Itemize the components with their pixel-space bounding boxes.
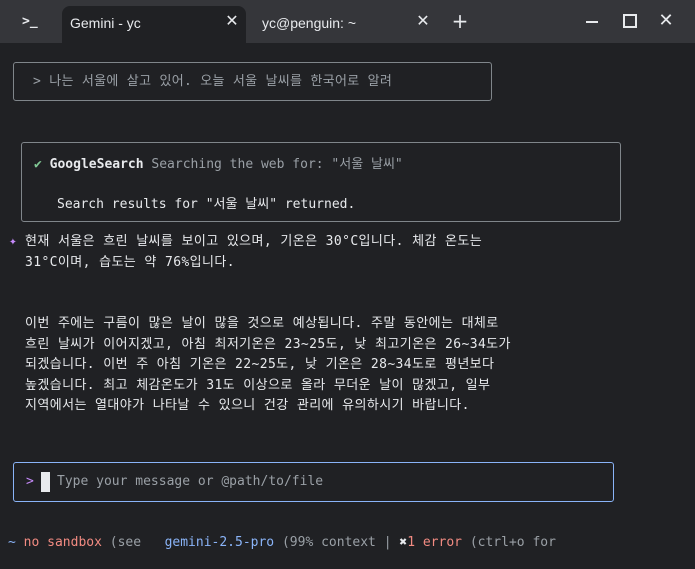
input-prompt-glyph: > (26, 474, 34, 489)
error-hint: (ctrl+o for (469, 535, 556, 550)
maximize-button[interactable] (618, 10, 640, 32)
minimize-button[interactable] (581, 10, 603, 32)
tab-close-icon[interactable]: ✕ (412, 11, 434, 33)
title-bar: >_ Gemini - yc ✕ yc@penguin: ~ ✕ + ✕ (0, 0, 695, 43)
text-cursor (41, 472, 50, 492)
cwd-indicator: ~ (8, 535, 16, 550)
terminal-icon: >_ (22, 14, 38, 29)
input-placeholder: Type your message or @path/to/file (57, 474, 324, 489)
sandbox-status: no sandbox (23, 535, 102, 550)
tab-label: yc@penguin: ~ (262, 15, 356, 31)
tab-gemini[interactable]: Gemini - yc ✕ (62, 6, 246, 43)
tool-call-box: ✔ GoogleSearch Searching the web for: "서… (21, 142, 621, 222)
error-count: 1 (407, 535, 416, 550)
tab-close-icon[interactable]: ✕ (221, 11, 243, 33)
response-paragraph: 이번 주에는 구름이 많은 날이 많을 것으로 예상됩니다. 주말 동안에는 대… (25, 316, 511, 413)
sparkle-icon: ✦ (9, 234, 17, 249)
user-prompt: > 나는 서울에 살고 있어. 오늘 서울 날씨를 한국어로 알려 (13, 62, 492, 101)
error-label: error (422, 535, 462, 550)
separator: | (383, 535, 392, 550)
check-icon: ✔ (34, 157, 42, 172)
close-window-button[interactable]: ✕ (655, 10, 677, 32)
tab-penguin[interactable]: yc@penguin: ~ ✕ (250, 6, 440, 43)
status-bar: ~ no sandbox (see gemini-2.5-pro (99% co… (8, 535, 556, 550)
response-paragraph: 현재 서울은 흐린 날씨를 보이고 있으며, 기온은 30°C입니다. 체감 온… (25, 234, 483, 270)
tab-label: Gemini - yc (70, 15, 141, 31)
tool-description: Searching the web for: "서울 날씨" (151, 157, 403, 172)
message-input[interactable]: > Type your message or @path/to/file (13, 462, 614, 502)
context-usage: (99% context (281, 535, 376, 550)
model-name: gemini-2.5-pro (164, 535, 275, 550)
model-response: 현재 서울은 흐린 날씨를 보이고 있으며, 기온은 30°C입니다. 체감 온… (25, 232, 625, 417)
tool-name: GoogleSearch (49, 157, 144, 172)
tool-call-header: ✔ GoogleSearch Searching the web for: "서… (34, 153, 403, 172)
new-tab-button[interactable]: + (449, 10, 471, 32)
sandbox-hint: (see (109, 535, 142, 550)
tool-result: Search results for "서울 날씨" returned. (57, 197, 356, 212)
